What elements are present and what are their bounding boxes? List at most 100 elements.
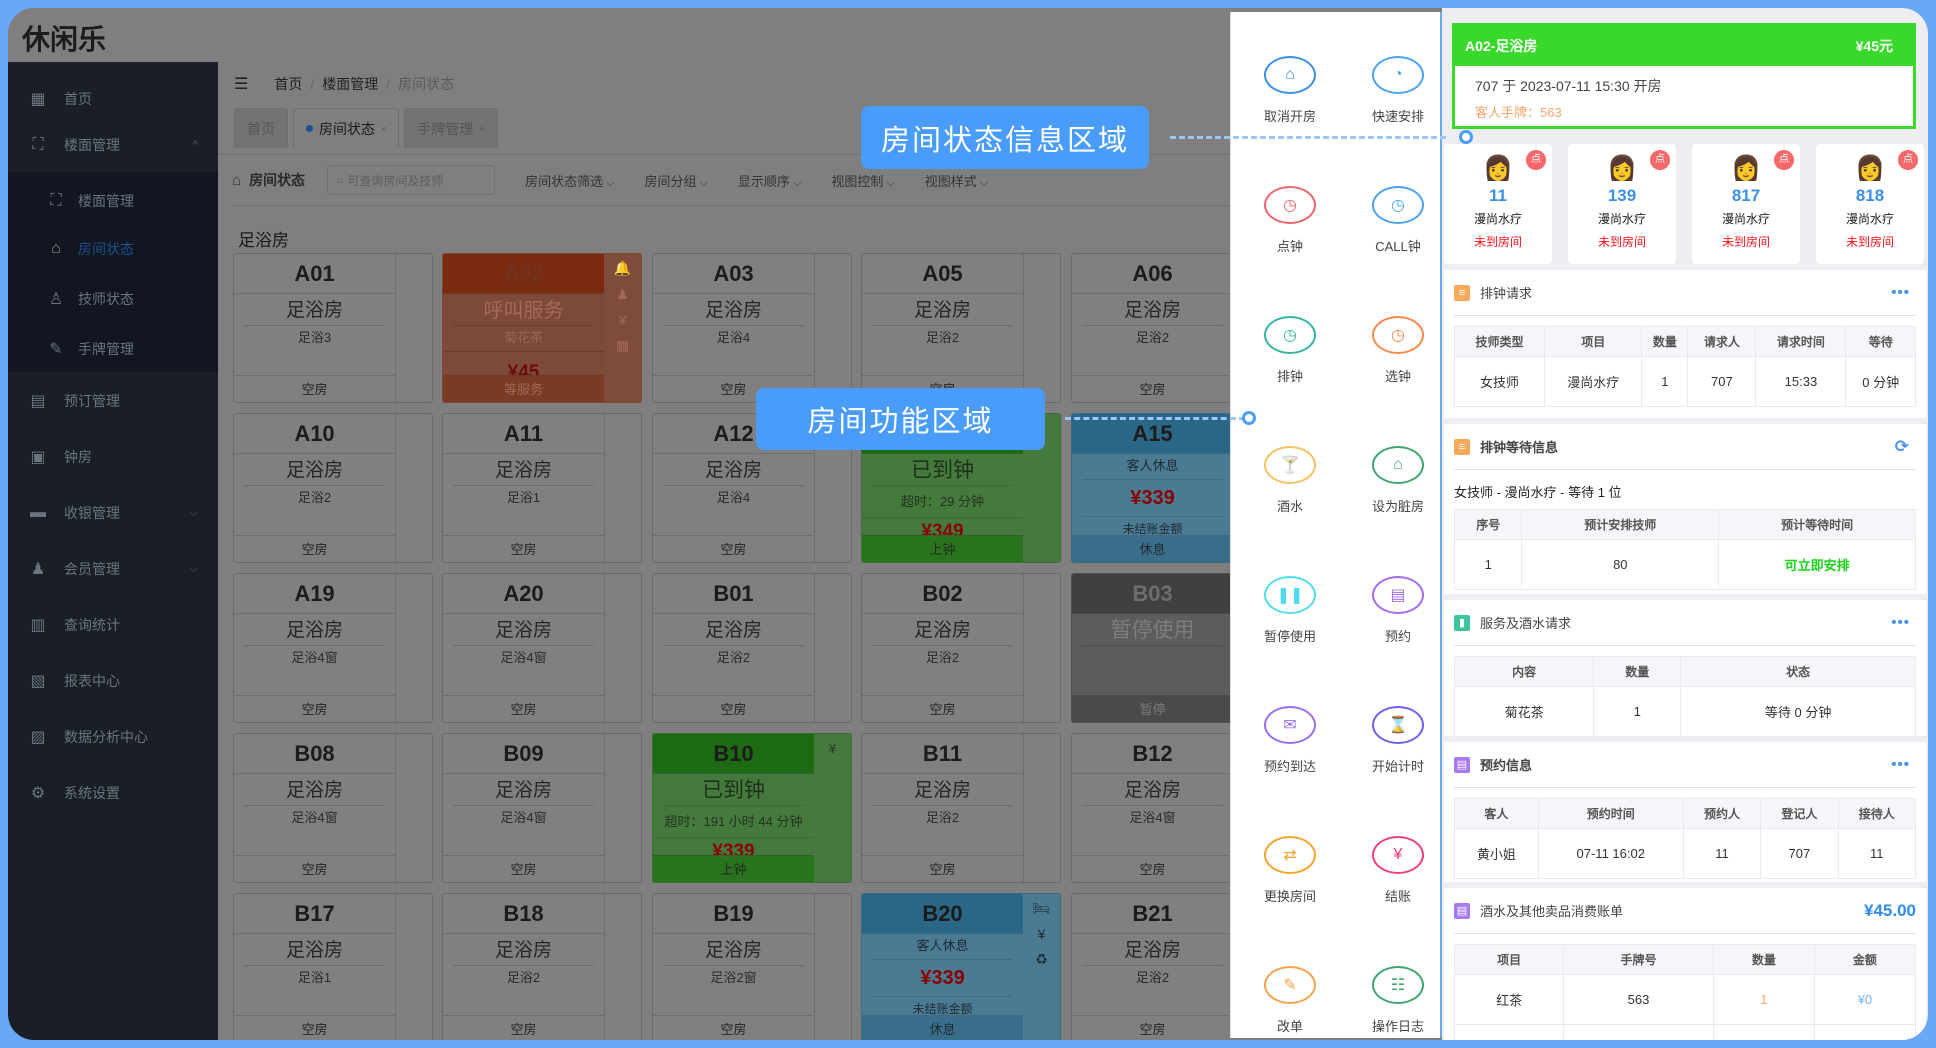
- technician-card[interactable]: 👩 点 11 漫尚水疗 未到房间: [1444, 144, 1552, 264]
- dashboard-icon: ▦: [30, 91, 46, 108]
- room-card[interactable]: A10 足浴房 足浴2 空房: [233, 413, 433, 563]
- function-button-9[interactable]: ▤ 预约: [1348, 576, 1448, 645]
- function-button-7[interactable]: ⌂ 设为脏房: [1348, 446, 1448, 515]
- breadcrumb-floor[interactable]: 楼面管理: [322, 74, 378, 94]
- sidebar-item[interactable]: ♙ 技师状态: [8, 274, 218, 324]
- filter-view-control[interactable]: 视图控制: [831, 171, 894, 190]
- room-number: A15: [1072, 414, 1230, 454]
- sidebar-item[interactable]: ⌂ 房间状态: [8, 224, 218, 274]
- room-card[interactable]: B11 足浴房 足浴2 空房: [861, 733, 1061, 883]
- tab-tag-management[interactable]: 手牌管理 ×: [404, 108, 498, 148]
- sidebar-item[interactable]: ▤ 预订管理: [8, 376, 218, 426]
- room-card[interactable]: B17 足浴房 足浴1 空房: [233, 893, 433, 1040]
- room-sub: 足浴4: [716, 490, 751, 505]
- room-card[interactable]: A02 呼叫服务 菊花茶 ¥45 等服务 🔔 ♟ ¥ ▦: [442, 253, 642, 403]
- room-status-icon[interactable]: ♻: [1035, 951, 1048, 968]
- function-button-2[interactable]: ◷ 点钟: [1240, 186, 1340, 255]
- sidebar-item[interactable]: ▨ 数据分析中心: [8, 712, 218, 762]
- room-status-icon[interactable]: ¥: [829, 740, 837, 756]
- room-card[interactable]: A06 足浴房 足浴2 空房: [1071, 253, 1230, 403]
- room-card[interactable]: B19 足浴房 足浴2窗 空房: [652, 893, 852, 1040]
- room-card[interactable]: B10 已到钟 超时：191 小时 44 分钟 ¥339 上钟 ¥: [652, 733, 852, 883]
- room-guest-tag: 客人手牌：563: [1475, 105, 1562, 120]
- room-card[interactable]: A19 足浴房 足浴4窗 空房: [233, 573, 433, 723]
- filter-display-order[interactable]: 显示顺序: [738, 171, 801, 190]
- menu-toggle-icon[interactable]: ☰: [234, 74, 248, 94]
- function-label: CALL钟: [1375, 239, 1421, 254]
- more-icon[interactable]: •••: [1891, 756, 1910, 773]
- close-icon[interactable]: ×: [479, 124, 484, 134]
- room-card[interactable]: B01 足浴房 足浴2 空房: [652, 573, 852, 723]
- chevron-up-icon: ^: [192, 139, 198, 151]
- function-button-1[interactable]: ◔ 快速安排: [1348, 56, 1448, 125]
- technician-card[interactable]: 👩 点 817 漫尚水疗 未到房间: [1692, 144, 1800, 264]
- sidebar-item[interactable]: ▦ 首页: [8, 74, 218, 124]
- room-card[interactable]: B18 足浴房 足浴2 空房: [442, 893, 642, 1040]
- function-button-4[interactable]: ◷ 排钟: [1240, 316, 1340, 385]
- function-button-12[interactable]: ⇄ 更换房间: [1240, 836, 1340, 905]
- room-status-icon[interactable]: 🛏: [1033, 900, 1051, 917]
- close-icon[interactable]: ×: [381, 124, 386, 134]
- room-card[interactable]: B20 客人休息 ¥339 未结账金额 休息 🛏 ¥ ♻: [861, 893, 1061, 1040]
- technician-card[interactable]: 👩 点 139 漫尚水疗 未到房间: [1568, 144, 1676, 264]
- room-card[interactable]: A15 客人休息 ¥339 未结账金额 休息: [1071, 413, 1230, 563]
- sidebar-item[interactable]: ▥ 查询统计: [8, 600, 218, 650]
- room-card-body: B02 足浴房 足浴2 空房: [862, 574, 1024, 722]
- filter-view-style[interactable]: 视图样式: [925, 171, 988, 190]
- column-header: 项目: [1544, 326, 1643, 357]
- room-card[interactable]: B09 足浴房 足浴4窗 空房: [442, 733, 642, 883]
- refresh-icon[interactable]: ⟳: [1895, 437, 1910, 457]
- function-button-5[interactable]: ◷ 选钟: [1348, 316, 1448, 385]
- more-icon[interactable]: •••: [1891, 284, 1910, 301]
- function-button-10[interactable]: ✉ 预约到达: [1240, 706, 1340, 775]
- tab-room-status[interactable]: 房间状态 ×: [293, 108, 400, 148]
- more-icon[interactable]: •••: [1891, 614, 1910, 631]
- room-status-icon[interactable]: ▦: [616, 337, 629, 354]
- sidebar-item[interactable]: ▬ 收银管理 ⌵: [8, 488, 218, 538]
- sidebar-item[interactable]: ⛶ 楼面管理: [8, 176, 218, 226]
- function-button-0[interactable]: ⌂ 取消开房: [1240, 56, 1340, 125]
- room-card[interactable]: B08 足浴房 足浴4窗 空房: [233, 733, 433, 883]
- room-card[interactable]: A01 足浴房 足浴3 空房: [233, 253, 433, 403]
- sidebar-item[interactable]: ✎ 手牌管理: [8, 324, 218, 374]
- function-button-13[interactable]: ¥ 结账: [1348, 836, 1448, 905]
- breadcrumb-home[interactable]: 首页: [274, 74, 302, 94]
- function-button-6[interactable]: 🍸 酒水: [1240, 446, 1340, 515]
- room-card[interactable]: A20 足浴房 足浴4窗 空房: [442, 573, 642, 723]
- function-button-8[interactable]: ❚❚ 暂停使用: [1240, 576, 1340, 645]
- sidebar-item[interactable]: ▧ 报表中心: [8, 656, 218, 706]
- technician-project: 漫尚水疗: [1473, 212, 1522, 226]
- function-button-15[interactable]: ☷ 操作日志: [1348, 966, 1448, 1035]
- room-status-icon[interactable]: ♟: [616, 286, 629, 303]
- function-button-11[interactable]: ⌛ 开始计时: [1348, 706, 1448, 775]
- table-cell: 707: [1760, 828, 1839, 879]
- room-card[interactable]: A05足浴房足浴2空房: [861, 253, 1061, 403]
- room-card[interactable]: B03 暂停使用 暂停: [1071, 573, 1230, 723]
- room-sub: 足浴2窗: [710, 970, 757, 985]
- room-card[interactable]: A11 足浴房 足浴1 空房: [442, 413, 642, 563]
- function-button-3[interactable]: ◷ CALL钟: [1348, 186, 1448, 255]
- room-card[interactable]: B21 足浴房 足浴2 空房: [1071, 893, 1230, 1040]
- room-status-icon[interactable]: ¥: [619, 312, 627, 328]
- room-number: A06: [1072, 254, 1230, 294]
- sidebar-item[interactable]: ⛶ 楼面管理 ^: [8, 120, 218, 170]
- room-card[interactable]: A03 足浴房 足浴4 空房: [652, 253, 852, 403]
- sidebar-item[interactable]: ⚙ 系统设置: [8, 768, 218, 818]
- technician-card[interactable]: 👩 点 818 漫尚水疗 未到房间: [1816, 144, 1924, 264]
- section-title: 预约信息: [1480, 758, 1533, 773]
- room-card[interactable]: B12 足浴房 足浴4窗 空房: [1071, 733, 1230, 883]
- function-button-14[interactable]: ✎ 改单: [1240, 966, 1340, 1035]
- filter-room-status[interactable]: 房间状态筛选: [525, 171, 614, 190]
- tab-home[interactable]: 首页: [234, 108, 288, 148]
- room-status-icon[interactable]: ¥: [1038, 926, 1046, 942]
- filter-room-group[interactable]: 房间分组: [644, 171, 707, 190]
- room-type: 暂停使用: [1082, 614, 1223, 646]
- room-status-icon[interactable]: 🔔: [614, 260, 631, 277]
- service-requests-table: 内容 数量 状态 菊花茶 1 等待 0 分钟: [1453, 656, 1916, 737]
- sidebar-item[interactable]: ♟ 会员管理 ⌵: [8, 544, 218, 594]
- room-card[interactable]: B02 足浴房 足浴2 空房: [861, 573, 1061, 723]
- search-input[interactable]: ○ 可查询房间及技师: [327, 165, 496, 195]
- room-status: 空房: [234, 535, 395, 562]
- sidebar-item[interactable]: ▣ 钟房: [8, 432, 218, 482]
- clock-requests-table: 技师类型 项目 数量 请求人 请求时间 等待 女技师 漫尚水疗 1 707 15:33 0 分钟: [1453, 326, 1916, 407]
